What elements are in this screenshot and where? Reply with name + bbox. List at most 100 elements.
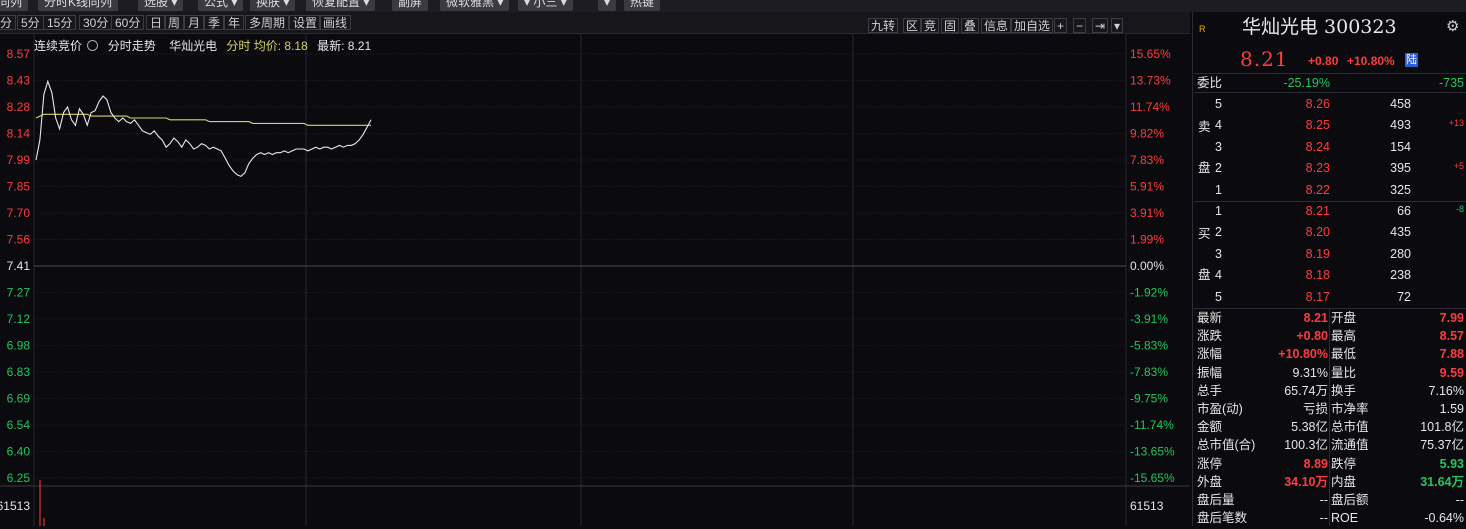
y-tick-pct: -7.83%	[1130, 365, 1168, 379]
add-watchlist-button[interactable]: 加自选	[1011, 18, 1054, 33]
hotkey-button[interactable]: 热键	[624, 0, 661, 11]
stat-value: --	[1319, 511, 1328, 526]
intraday-chart[interactable]: 8.57 15.65% 8.43 13.73% 8.28 11.74% 8.14 9.82% 7…	[0, 34, 1190, 526]
y-tick-price: 6.83	[7, 365, 31, 379]
y-tick-price: 7.99	[7, 153, 31, 167]
stat-value: 34.10万	[1284, 474, 1328, 489]
nine-turn-button[interactable]: 九转	[868, 18, 899, 33]
period-tab-8[interactable]: 季	[204, 15, 225, 30]
stat-value: 100.3亿	[1284, 438, 1328, 453]
settings-circle-icon[interactable]	[87, 40, 99, 51]
bid-price[interactable]: 8.17	[1254, 290, 1330, 304]
period-tab-12[interactable]: 画线	[319, 15, 352, 30]
ask-side-label: 盘	[1198, 161, 1211, 175]
bid-price[interactable]: 8.20	[1254, 225, 1330, 239]
intraday-kline-button[interactable]: 分时K线同列	[38, 0, 119, 11]
y-tick-price: 7.85	[7, 180, 31, 194]
chevron-down-icon[interactable]: ▾	[1111, 18, 1124, 33]
ask-side-label: 卖	[1198, 120, 1211, 134]
stat-label: 最低	[1331, 347, 1357, 362]
period-tab-0[interactable]: 分	[0, 15, 17, 30]
second-screen-button[interactable]: 副屏	[392, 0, 429, 11]
stat-label: 最高	[1331, 329, 1357, 344]
fixed-button[interactable]: 固	[941, 18, 960, 33]
stat-label: 振幅	[1197, 365, 1223, 380]
stat-label: 涨幅	[1197, 347, 1223, 362]
bid-side-label: 盘	[1198, 268, 1211, 282]
bid-level: 3	[1215, 246, 1222, 261]
stat-value: +0.80	[1296, 329, 1328, 344]
y-tick-price: 6.54	[7, 418, 31, 432]
stat-value: 5.93	[1439, 456, 1464, 471]
period-tab-7[interactable]: 月	[184, 15, 205, 30]
bid-price[interactable]: 8.18	[1254, 268, 1330, 282]
stat-value: 7.99	[1439, 311, 1464, 325]
period-tab-3[interactable]: 30分	[79, 15, 113, 30]
range-button[interactable]: 区	[903, 18, 922, 33]
minus-icon[interactable]: −	[1073, 18, 1087, 33]
stock-select-button[interactable]: 选股 ▾	[138, 0, 184, 11]
stat-label: 总市值(合)	[1197, 438, 1256, 453]
y-tick-pct: 15.65%	[1130, 47, 1171, 61]
stat-label: 内盘	[1331, 474, 1357, 489]
bid-volume: 435	[1390, 225, 1411, 240]
stat-label: 盘后额	[1331, 493, 1369, 507]
ask-price[interactable]: 8.23	[1254, 161, 1330, 175]
font-size-select[interactable]: ▾ 小三 ▾	[518, 0, 573, 11]
auction-button[interactable]: 竞	[921, 18, 940, 33]
y-tick-price: 7.41	[7, 259, 31, 273]
stat-label: 总手	[1197, 383, 1223, 398]
period-tab-4[interactable]: 60分	[111, 15, 145, 30]
restore-config-button[interactable]: 恢复配置 ▾	[306, 0, 376, 11]
ask-price[interactable]: 8.24	[1254, 140, 1330, 154]
y-tick-pct: 11.74%	[1130, 100, 1170, 114]
stat-value: 8.57	[1439, 329, 1464, 344]
y-tick-pct: -9.75%	[1130, 392, 1168, 406]
period-tab-6[interactable]: 周	[164, 15, 185, 30]
weibi-pct: -25.19%	[1283, 76, 1330, 90]
overlay-button[interactable]: 叠	[961, 18, 980, 33]
ask-level: 3	[1215, 139, 1222, 154]
period-tab-10[interactable]: 多周期	[245, 15, 290, 30]
plus-icon[interactable]: +	[1054, 18, 1068, 33]
ask-volume: 325	[1390, 182, 1411, 197]
y-tick-pct: 3.91%	[1130, 206, 1164, 220]
skip-end-icon[interactable]: ⇥	[1092, 18, 1109, 33]
stat-value: 65.74万	[1284, 383, 1328, 398]
gear-icon[interactable]: ⚙	[1446, 19, 1459, 34]
y-tick-price: 8.28	[7, 100, 31, 114]
ask-level: 5	[1215, 97, 1222, 111]
period-tab-11[interactable]: 设置	[289, 15, 322, 30]
price-change-pct: +10.80%	[1347, 54, 1395, 68]
bid-price[interactable]: 8.21	[1254, 204, 1330, 218]
skin-button[interactable]: 换肤 ▾	[250, 0, 296, 11]
stat-label: 跌停	[1331, 456, 1357, 471]
period-tab-5[interactable]: 日	[146, 15, 167, 30]
stat-label: 开盘	[1331, 311, 1357, 325]
y-tick-pct: -5.83%	[1130, 339, 1168, 353]
font-select-button[interactable]: 微软雅黑 ▾	[440, 0, 510, 11]
period-tab-2[interactable]: 15分	[43, 15, 77, 30]
stat-label: 金额	[1197, 420, 1223, 435]
stat-value: 31.64万	[1420, 474, 1464, 489]
formula-button[interactable]: 公式 ▾	[198, 0, 244, 11]
ask-price[interactable]: 8.25	[1254, 118, 1330, 132]
period-tab-9[interactable]: 年	[224, 15, 245, 30]
price-change: +0.80	[1308, 54, 1339, 68]
same-row-button[interactable]: 同列	[0, 0, 29, 11]
weibi-label: 委比	[1197, 76, 1223, 90]
ask-price[interactable]: 8.22	[1254, 183, 1330, 197]
y-tick-pct: -11.74%	[1130, 418, 1174, 432]
info-button[interactable]: 信息	[981, 18, 1012, 33]
stat-label: 总市值	[1331, 420, 1369, 435]
bid-price[interactable]: 8.19	[1254, 247, 1330, 261]
period-tab-1[interactable]: 5分	[17, 15, 44, 30]
ask-level: 1	[1215, 182, 1222, 197]
ask-delta: +13	[1448, 118, 1464, 129]
bid-level: 4	[1215, 268, 1222, 283]
font-size-dropdown[interactable]: ▾	[598, 0, 617, 11]
stat-value: --	[1455, 493, 1464, 507]
ask-price[interactable]: 8.26	[1254, 97, 1330, 111]
current-price: 8.21	[1240, 47, 1289, 71]
y-tick-pct: 1.99%	[1130, 233, 1164, 247]
